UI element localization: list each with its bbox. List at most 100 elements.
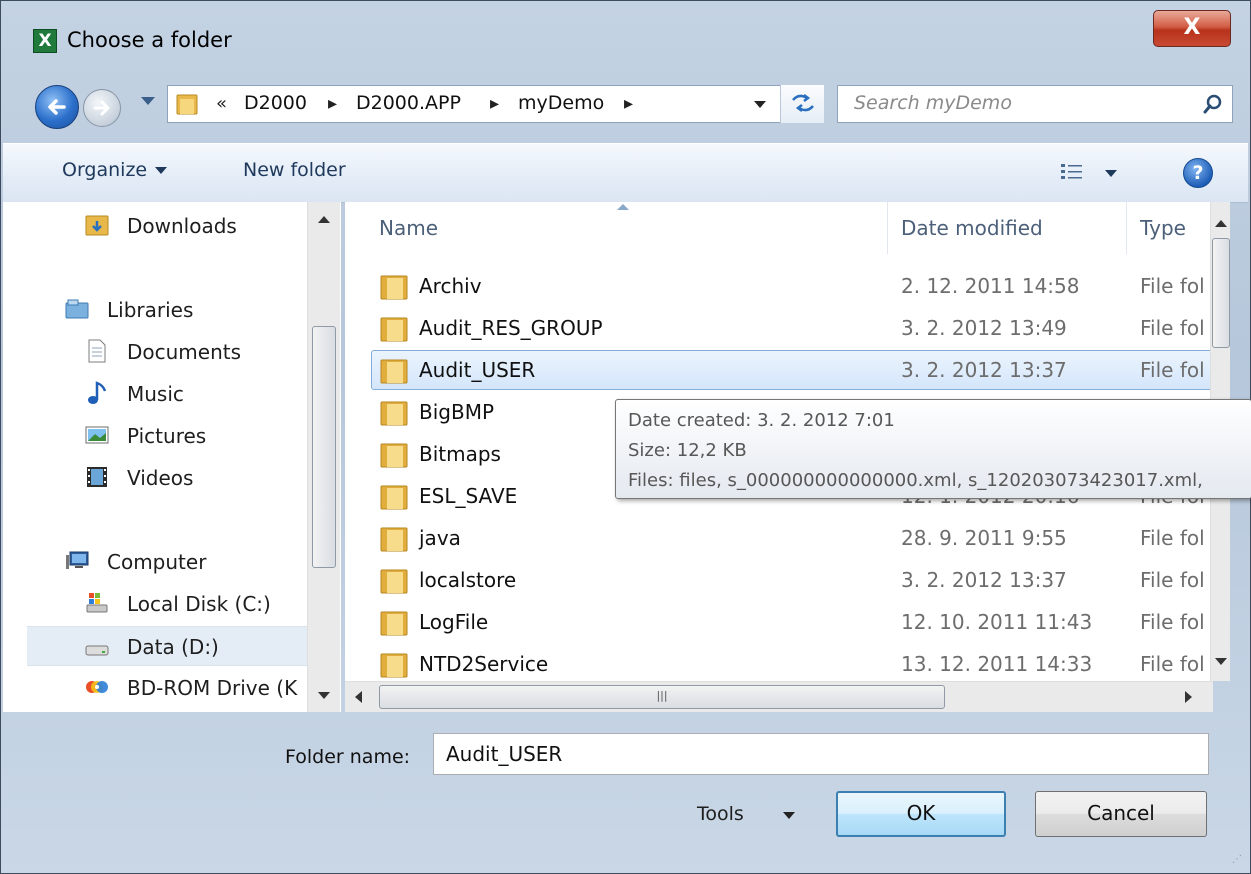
- nav-label: Music: [127, 382, 184, 406]
- list-item-audit-res-group[interactable]: Audit_RES_GROUP 3. 2. 2012 13:49 File fo…: [371, 308, 1230, 348]
- address-bar[interactable]: « D2000 ▸ D2000.APP ▸ myDemo ▸: [167, 85, 824, 123]
- date-modified: 12. 10. 2011 11:43: [901, 610, 1093, 634]
- organize-button[interactable]: Organize: [62, 159, 168, 181]
- column-header-type[interactable]: Type: [1140, 216, 1186, 240]
- date-modified: 3. 2. 2012 13:37: [901, 358, 1067, 382]
- nav-label: Videos: [127, 466, 194, 490]
- column-divider[interactable]: [887, 202, 888, 254]
- command-toolbar: Organize New folder ?: [3, 143, 1248, 203]
- folder-icon: [380, 359, 408, 384]
- nav-item-downloads[interactable]: Downloads: [3, 206, 303, 244]
- folder-icon: [380, 401, 408, 426]
- nav-scroll-thumb[interactable]: [312, 326, 336, 568]
- folder-info-tooltip: Date created: 3. 2. 2012 7:01 Size: 12,2…: [615, 399, 1251, 499]
- breadcrumb-mydemo[interactable]: myDemo: [518, 92, 604, 114]
- list-item-localstore[interactable]: localstore 3. 2. 2012 13:37 File fol: [371, 560, 1230, 600]
- list-horizontal-scrollbar[interactable]: |||: [345, 681, 1213, 712]
- libraries-icon: [65, 299, 89, 319]
- organize-label: Organize: [62, 159, 148, 181]
- window-title: Choose a folder: [67, 28, 232, 52]
- navigation-pane: Downloads Libraries Documents Music Pict…: [3, 202, 341, 712]
- nav-label: Computer: [107, 550, 207, 574]
- resize-grip-icon[interactable]: ⋰: [1232, 854, 1242, 865]
- tools-dropdown[interactable]: Tools: [685, 789, 815, 835]
- folder-name-field[interactable]: Audit_USER: [433, 733, 1209, 775]
- list-item-archiv[interactable]: Archiv 2. 12. 2011 14:58 File fol: [371, 266, 1230, 306]
- folder-name: java: [419, 526, 461, 550]
- column-header-date-modified[interactable]: Date modified: [901, 216, 1043, 240]
- folder-icon: [380, 611, 408, 636]
- view-options-dropdown[interactable]: [1105, 170, 1117, 177]
- folder-icon: [380, 443, 408, 468]
- nav-label: Local Disk (C:): [127, 592, 271, 616]
- breadcrumb-overflow[interactable]: «: [216, 93, 227, 114]
- nav-item-libraries[interactable]: Libraries: [3, 290, 303, 328]
- nav-item-videos[interactable]: Videos: [3, 458, 303, 496]
- refresh-button[interactable]: [780, 85, 824, 123]
- item-type: File fol: [1140, 274, 1205, 298]
- music-icon: [88, 381, 107, 404]
- scroll-down-arrow-icon[interactable]: [1215, 658, 1227, 665]
- videos-icon: [87, 467, 107, 487]
- back-button[interactable]: [35, 85, 79, 129]
- breadcrumb-separator[interactable]: ▸: [624, 93, 633, 114]
- choose-folder-dialog: X Choose a folder X « D2000 ▸ D2000.APP …: [0, 0, 1251, 874]
- address-dropdown-icon[interactable]: [754, 101, 766, 108]
- cancel-button[interactable]: Cancel: [1035, 791, 1207, 837]
- ok-button[interactable]: OK: [836, 791, 1006, 837]
- list-scroll-thumb[interactable]: [1212, 238, 1230, 348]
- folder-name: localstore: [419, 568, 517, 592]
- title-bar: X Choose a folder X: [1, 1, 1250, 81]
- date-modified: 28. 9. 2011 9:55: [901, 526, 1067, 550]
- nav-vertical-scrollbar[interactable]: [307, 202, 340, 712]
- date-modified: 13. 12. 2011 14:33: [901, 652, 1093, 676]
- nav-label: Pictures: [127, 424, 207, 448]
- breadcrumb-separator[interactable]: ▸: [328, 93, 337, 114]
- scroll-down-arrow-icon[interactable]: [318, 692, 330, 699]
- nav-item-pictures[interactable]: Pictures: [3, 416, 303, 454]
- nav-item-documents[interactable]: Documents: [3, 332, 303, 370]
- item-type: File fol: [1140, 526, 1205, 550]
- folder-icon: [380, 569, 408, 594]
- breadcrumb-d2000[interactable]: D2000: [244, 92, 307, 114]
- scroll-right-arrow-icon[interactable]: [1185, 691, 1192, 703]
- scroll-up-arrow-icon[interactable]: [318, 216, 330, 223]
- bd-rom-icon: [86, 681, 108, 693]
- nav-item-data-d[interactable]: Data (D:): [27, 626, 307, 666]
- nav-item-local-disk-c[interactable]: Local Disk (C:): [3, 584, 303, 622]
- folder-name-label: Folder name:: [285, 746, 411, 768]
- nav-item-music[interactable]: Music: [3, 374, 303, 412]
- item-type: File fol: [1140, 568, 1205, 592]
- nav-item-computer[interactable]: Computer: [3, 542, 303, 580]
- scroll-up-arrow-icon[interactable]: [1215, 220, 1227, 227]
- search-box[interactable]: Search myDemo: [837, 85, 1233, 123]
- breadcrumb-separator[interactable]: ▸: [490, 93, 499, 114]
- excel-app-icon: X: [33, 29, 57, 53]
- breadcrumb-d2000-app[interactable]: D2000.APP: [356, 92, 461, 114]
- list-item-logfile[interactable]: LogFile 12. 10. 2011 11:43 File fol: [371, 602, 1230, 642]
- recent-locations-dropdown[interactable]: [141, 97, 155, 105]
- folder-name: LogFile: [419, 610, 489, 634]
- forward-button[interactable]: [83, 89, 121, 127]
- downloads-folder-icon: [85, 215, 109, 236]
- search-placeholder: Search myDemo: [854, 92, 1012, 114]
- local-disk-icon: [86, 593, 108, 613]
- close-button[interactable]: X: [1153, 10, 1231, 47]
- list-item-audit-user[interactable]: Audit_USER 3. 2. 2012 13:37 File fol: [371, 350, 1230, 390]
- change-view-icon[interactable]: [1059, 161, 1085, 183]
- list-item-ntd2service[interactable]: NTD2Service 13. 12. 2011 14:33 File fol: [371, 644, 1230, 681]
- search-icon[interactable]: [1202, 93, 1224, 115]
- column-header-name[interactable]: Name: [379, 216, 438, 240]
- help-button[interactable]: ?: [1183, 158, 1213, 188]
- documents-icon: [88, 339, 106, 363]
- list-item-java[interactable]: java 28. 9. 2011 9:55 File fol: [371, 518, 1230, 558]
- column-divider[interactable]: [1126, 202, 1127, 254]
- scroll-left-arrow-icon[interactable]: [355, 691, 362, 703]
- folder-icon: [380, 527, 408, 552]
- folder-name: Archiv: [419, 274, 482, 298]
- nav-item-bd-rom[interactable]: BD-ROM Drive (K: [3, 668, 303, 706]
- folder-name: Audit_RES_GROUP: [419, 316, 603, 340]
- horizontal-scroll-thumb[interactable]: |||: [379, 685, 945, 709]
- nav-label: Documents: [127, 340, 242, 364]
- new-folder-button[interactable]: New folder: [243, 159, 346, 181]
